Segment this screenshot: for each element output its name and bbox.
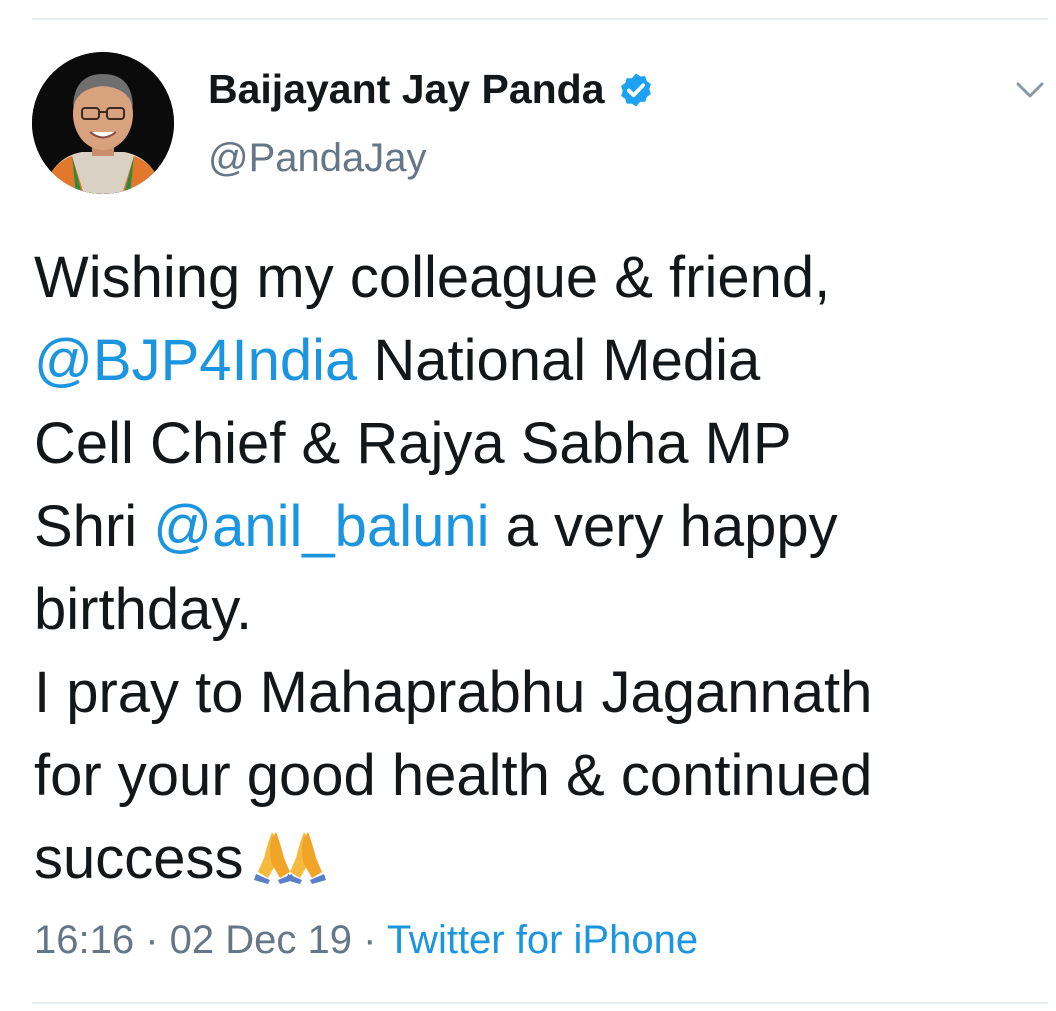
tweet-line-text: a very happy <box>489 494 838 559</box>
tweet-line: Cell Chief & Rajya Sabha MP <box>34 411 792 476</box>
tweet-line: I pray to Mahaprabhu Jagannath <box>34 660 873 725</box>
tweet-line: for your good health & continued <box>34 743 873 808</box>
tweet-line-text: National Media <box>357 328 761 393</box>
meta-separator: · <box>352 918 387 962</box>
tweet-text: Wishing my colleague & friend, @BJP4Indi… <box>34 236 1034 906</box>
tweet-time[interactable]: 16:16 <box>34 918 134 962</box>
meta-separator: · <box>134 918 170 962</box>
tweet-date[interactable]: 02 Dec 19 <box>170 918 352 962</box>
author-display-name[interactable]: Baijayant Jay Panda <box>208 66 605 113</box>
folded-hands-emoji-icon <box>253 823 326 906</box>
verified-badge-icon <box>617 71 655 109</box>
tweet-line: Shri @anil_baluni a very happy <box>34 485 1034 568</box>
tweet-line-text: Shri <box>34 494 154 559</box>
tweet-line: success <box>34 817 1034 906</box>
top-divider <box>32 18 1048 20</box>
tweet-line: Wishing my colleague & friend, <box>34 245 831 310</box>
chevron-down-icon[interactable] <box>1014 78 1046 102</box>
mention-link-anil-baluni[interactable]: @anil_baluni <box>153 494 489 559</box>
mention-link-bjp4india[interactable]: @BJP4India <box>34 328 357 393</box>
author-avatar[interactable] <box>32 52 174 194</box>
tweet-meta: 16:16 · 02 Dec 19 · Twitter for iPhone <box>34 918 698 963</box>
bottom-divider <box>32 1002 1048 1004</box>
author-handle[interactable]: @PandaJay <box>208 136 427 181</box>
tweet-line: birthday. <box>34 577 253 642</box>
tweet-source-link[interactable]: Twitter for iPhone <box>387 918 698 962</box>
author-name-row[interactable]: Baijayant Jay Panda <box>208 66 655 113</box>
profile-photo-icon <box>32 52 174 194</box>
tweet-line-text: success <box>34 826 244 891</box>
tweet-line: @BJP4India National Media <box>34 319 1034 402</box>
